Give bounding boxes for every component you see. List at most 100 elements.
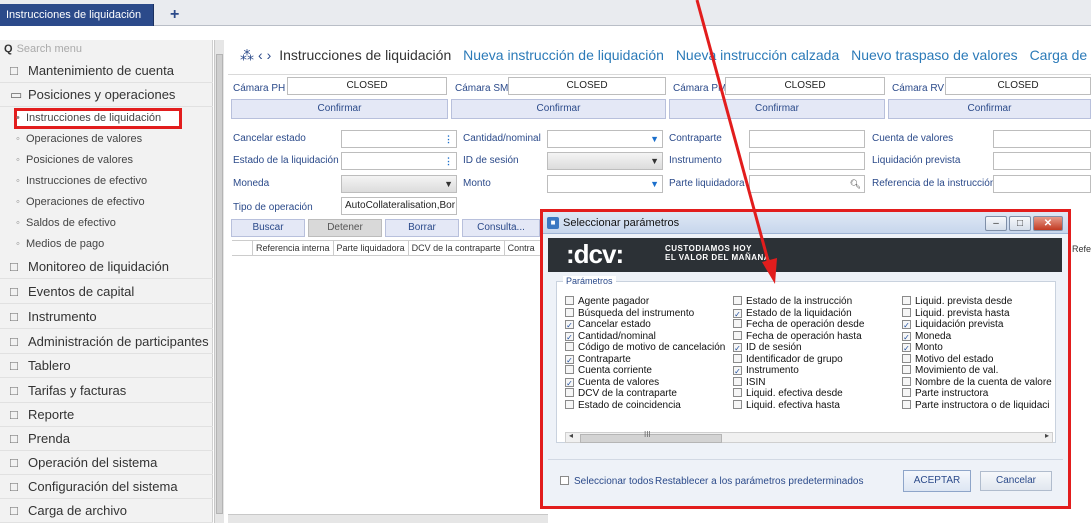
- checkbox-unchecked[interactable]: [733, 399, 742, 409]
- buscar-button[interactable]: Buscar: [231, 219, 305, 237]
- estado-liquidacion-input[interactable]: ⋮: [341, 152, 457, 170]
- cantidad-nominal-input[interactable]: ▼: [547, 130, 663, 148]
- filter-icon[interactable]: ▼: [650, 176, 659, 192]
- tipo-operacion-input[interactable]: AutoCollateralisation,Bor: [341, 197, 457, 215]
- checkbox-checked[interactable]: ✓: [565, 320, 574, 330]
- param-checkbox[interactable]: Código de motivo de cancelación: [565, 342, 725, 353]
- param-checkbox[interactable]: Fecha de operación desde: [733, 319, 864, 330]
- param-checkbox[interactable]: ✓ ID de sesión: [733, 342, 802, 353]
- sidebar-item-tablero[interactable]: □ Tablero: [0, 354, 213, 378]
- sidebar-item-eventos[interactable]: □ Eventos de capital: [0, 280, 213, 304]
- checkbox-checked[interactable]: ✓: [565, 354, 574, 365]
- scrollbar-thumb[interactable]: [216, 54, 223, 514]
- seleccionar-todos-checkbox[interactable]: Seleccionar todos: [560, 476, 654, 487]
- cuenta-valores-input[interactable]: [993, 130, 1091, 148]
- column-contraparte[interactable]: Contra: [503, 241, 538, 255]
- sidebar-item-prenda[interactable]: □ Prenda: [0, 427, 213, 451]
- close-button[interactable]: ✕: [1033, 216, 1063, 231]
- contraparte-input[interactable]: [749, 130, 865, 148]
- checkbox-unchecked[interactable]: [565, 365, 574, 374]
- param-checkbox[interactable]: ✓ Instrumento: [733, 365, 799, 376]
- param-checkbox[interactable]: ✓ Moneda: [902, 331, 951, 342]
- sidebar-item-administracion[interactable]: □ Administración de participantes: [0, 330, 213, 354]
- param-checkbox[interactable]: Búsqueda del instrumento: [565, 307, 694, 319]
- monto-input[interactable]: ▼: [547, 175, 663, 193]
- checkbox-checked[interactable]: ✓: [733, 366, 742, 376]
- sidebar-item-configuracion[interactable]: □ Configuración del sistema: [0, 475, 213, 499]
- add-tab-button[interactable]: +: [170, 4, 188, 26]
- table-horizontal-scrollbar[interactable]: [228, 514, 548, 523]
- aceptar-button[interactable]: ACEPTAR: [903, 470, 971, 492]
- params-horizontal-scrollbar[interactable]: ◂ III ▸: [565, 430, 1053, 443]
- list-icon[interactable]: ⋮: [444, 131, 453, 147]
- param-checkbox[interactable]: ✓ Cuenta de valores: [565, 377, 659, 388]
- instrumento-input[interactable]: [749, 152, 865, 170]
- sidebar-scrollbar[interactable]: [214, 40, 224, 523]
- confirm-button-ph[interactable]: Confirmar: [231, 99, 448, 119]
- sidebar-subitem-posiciones-valores[interactable]: ◦ Posiciones de valores: [0, 150, 213, 171]
- checkbox-unchecked[interactable]: [902, 376, 911, 386]
- sidebar-subitem-operaciones-valores[interactable]: ◦ Operaciones de valores: [0, 129, 213, 150]
- link-carga-archivo[interactable]: Carga de archivo: [1030, 47, 1091, 63]
- sidebar-item-posiciones[interactable]: ▭ Posiciones y operaciones: [0, 83, 213, 107]
- chevron-right-icon[interactable]: ›: [267, 47, 272, 63]
- checkbox-unchecked[interactable]: [565, 399, 574, 409]
- sidebar-subitem-medios-pago[interactable]: ◦ Medios de pago: [0, 234, 213, 255]
- filter-icon[interactable]: ▼: [650, 131, 659, 147]
- search-icon[interactable]: 🔍︎: [850, 176, 861, 192]
- sidebar-subitem-instrucciones-efectivo[interactable]: ◦ Instrucciones de efectivo: [0, 171, 213, 192]
- referencia-instruccion-input[interactable]: [993, 175, 1091, 193]
- list-icon[interactable]: ⋮: [444, 153, 453, 169]
- consulta-button[interactable]: Consulta...: [462, 219, 540, 237]
- param-checkbox[interactable]: Estado de coincidencia: [565, 399, 681, 411]
- checkbox-unchecked[interactable]: [733, 319, 742, 328]
- param-checkbox[interactable]: ✓ Contraparte: [565, 354, 631, 365]
- confirm-button-pm[interactable]: Confirmar: [669, 99, 885, 119]
- checkbox-unchecked[interactable]: [902, 353, 911, 363]
- moneda-select[interactable]: ▼: [341, 175, 457, 193]
- param-checkbox[interactable]: Liquid. prevista desde: [902, 296, 1012, 307]
- confirm-button-rv[interactable]: Confirmar: [888, 99, 1091, 119]
- link-nueva-instruccion[interactable]: Nueva instrucción de liquidación: [463, 47, 664, 63]
- param-checkbox[interactable]: Liquid. efectiva desde: [733, 388, 843, 399]
- param-checkbox[interactable]: ✓ Monto: [902, 342, 943, 353]
- param-checkbox[interactable]: DCV de la contraparte: [565, 388, 677, 399]
- search-menu-input[interactable]: Search menu: [17, 43, 82, 55]
- checkbox-unchecked[interactable]: [565, 388, 574, 397]
- tab-instrucciones-liquidacion[interactable]: Instrucciones de liquidación: [0, 4, 154, 26]
- sidebar-item-operacion-sistema[interactable]: □ Operación del sistema: [0, 451, 213, 475]
- id-sesion-select[interactable]: ▼: [547, 152, 663, 170]
- param-checkbox[interactable]: ✓ Estado de la liquidación: [733, 308, 852, 319]
- maximize-button[interactable]: □: [1009, 216, 1031, 231]
- sidebar-item-mantenimiento[interactable]: □ Mantenimiento de cuenta: [0, 59, 213, 83]
- param-checkbox[interactable]: Liquid. prevista hasta: [902, 307, 1010, 319]
- checkbox-checked[interactable]: ✓: [733, 343, 742, 353]
- link-nueva-calzada[interactable]: Nueva instrucción calzada: [676, 47, 839, 63]
- chevron-left-icon[interactable]: ‹: [258, 47, 263, 63]
- scrollbar-thumb[interactable]: [580, 434, 722, 443]
- checkbox-checked[interactable]: ✓: [902, 331, 911, 342]
- sidebar-item-instrumento[interactable]: □ Instrumento: [0, 305, 213, 329]
- cancelar-estado-input[interactable]: ⋮: [341, 130, 457, 148]
- sidebar-item-monitoreo[interactable]: □ Monitoreo de liquidación: [0, 255, 213, 279]
- scroll-left-icon[interactable]: ◂: [569, 431, 573, 440]
- checkbox-checked[interactable]: ✓: [565, 377, 574, 388]
- param-checkbox[interactable]: ✓ Cantidad/nominal: [565, 331, 656, 342]
- checkbox-unchecked[interactable]: [565, 342, 574, 351]
- parte-liquidadora-input[interactable]: 🔍︎: [749, 175, 865, 193]
- param-checkbox[interactable]: Liquid. efectiva hasta: [733, 399, 840, 411]
- checkbox-unchecked[interactable]: [902, 307, 911, 317]
- param-checkbox[interactable]: ✓ Liquidación prevista: [902, 319, 1003, 330]
- checkbox-unchecked[interactable]: [902, 365, 911, 374]
- checkbox-checked[interactable]: ✓: [733, 308, 742, 319]
- sidebar-item-reporte[interactable]: □ Reporte: [0, 403, 213, 427]
- column-dcv-contraparte[interactable]: DCV de la contraparte: [407, 241, 504, 255]
- sidebar-subitem-saldos-efectivo[interactable]: ◦ Saldos de efectivo: [0, 213, 213, 234]
- column-parte-liquidadora[interactable]: Parte liquidadora: [332, 241, 408, 255]
- restablecer-link[interactable]: Restablecer a los parámetros predetermin…: [655, 476, 863, 487]
- search-menu[interactable]: Q Search menu: [4, 41, 209, 57]
- minimize-button[interactable]: –: [985, 216, 1007, 231]
- column-referencia-right[interactable]: Refe: [1072, 244, 1091, 254]
- checkbox-checked[interactable]: ✓: [902, 320, 911, 330]
- checkbox-checked[interactable]: ✓: [902, 343, 911, 353]
